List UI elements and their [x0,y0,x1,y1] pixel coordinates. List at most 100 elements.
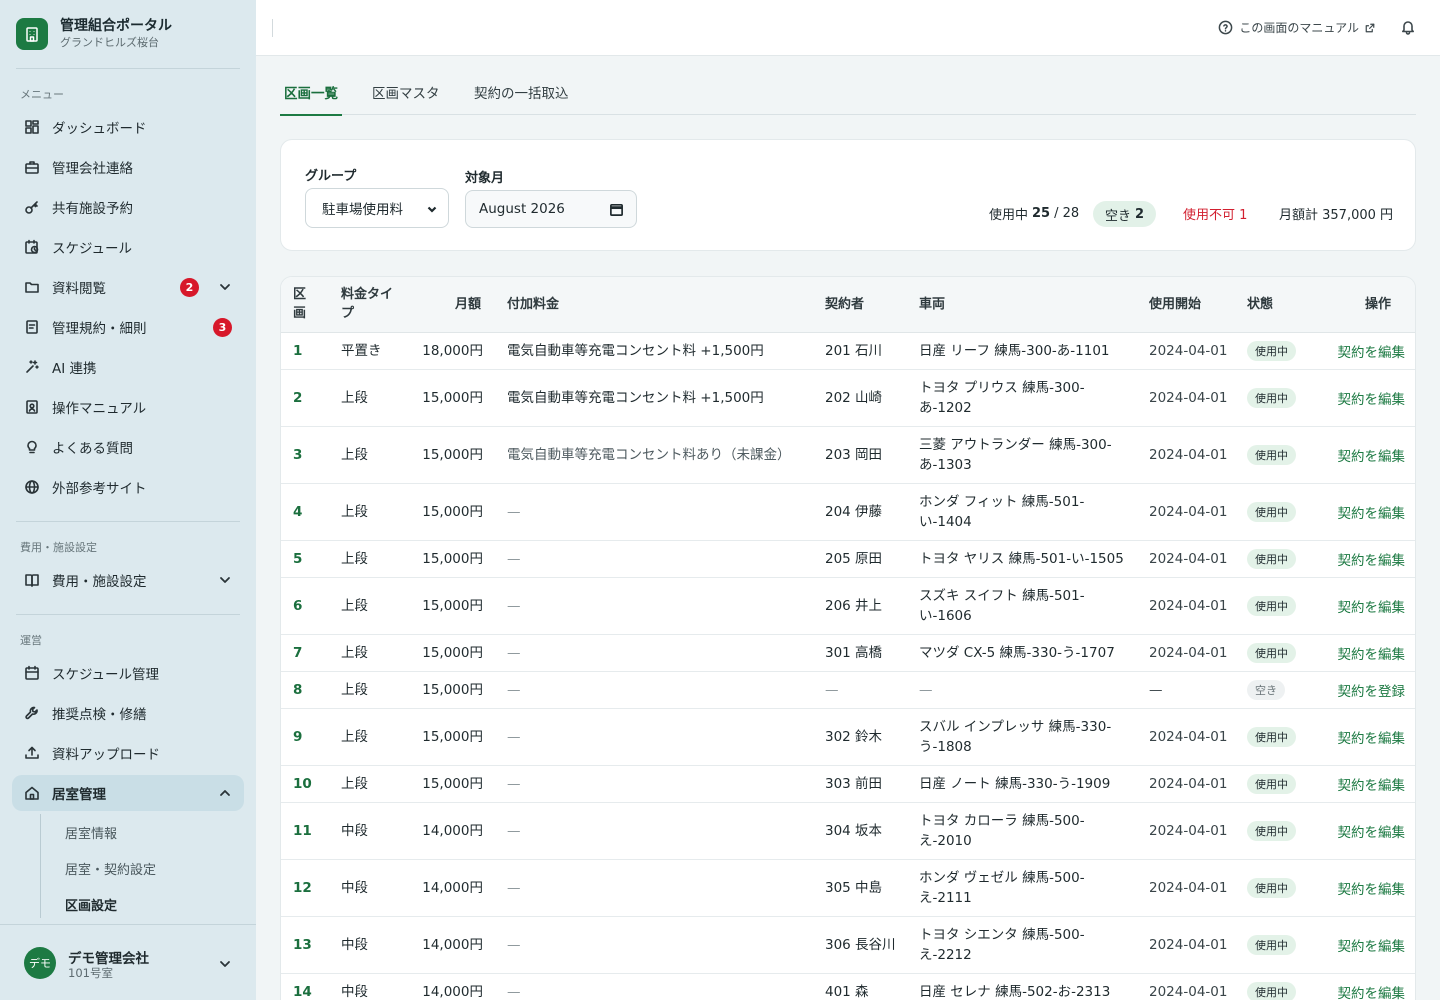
screen-manual-link[interactable]: この画面のマニュアル [1218,19,1376,36]
vehicle: 日産 リーフ 練馬-300-あ-1101 [919,343,1110,359]
month-label: 対象月 [465,171,505,186]
lot-number[interactable]: 1 [293,341,302,361]
vehicle-line-2: う-1808 [919,739,972,755]
sidebar-item-label: 居室管理 [52,787,106,803]
sidebar-item-dashboard[interactable]: ダッシュボード [12,109,244,145]
sidebar-item-label: 推奨点検・修繕 [52,707,147,723]
lot-number[interactable]: 4 [293,502,302,522]
monthly-fee: 15,000円 [422,390,483,406]
monthly-fee: 15,000円 [422,729,483,745]
extra-fee: — [507,937,521,953]
user-account[interactable]: デモ デモ管理会社 101号室 [0,924,256,1000]
start-date: 2024-04-01 [1149,729,1228,745]
fee-type: 上段 [341,729,368,745]
lot-number[interactable]: 13 [293,935,312,955]
sidebar-divider [16,521,240,522]
lot-number[interactable]: 8 [293,680,302,700]
sidebar-item-schedule[interactable]: スケジュール [12,229,244,265]
lot-number[interactable]: 14 [293,982,312,1000]
extra-fee: — [507,984,521,1000]
table-row: 8 上段 15,000円 — — — — 空き 契約を登録 [281,672,1415,709]
register-contract-link[interactable]: 契約を登録 [1338,680,1406,700]
monthly-fee: 15,000円 [422,447,483,463]
chevron-down-icon[interactable] [218,573,232,587]
status-badge: 使用中 [1247,643,1296,663]
external-link-icon [1364,22,1376,34]
sidebar-item-bylaws[interactable]: 管理規約・細則 3 [12,309,244,345]
monthly-fee: 15,000円 [422,598,483,614]
monthly-fee: 15,000円 [422,551,483,567]
lot-number[interactable]: 3 [293,445,302,465]
contractor: 304 坂本 [825,823,883,839]
edit-contract-link[interactable]: 契約を編集 [1338,935,1406,955]
submenu-lot-settings[interactable]: 区画設定 [65,895,117,914]
lot-number[interactable]: 5 [293,549,302,569]
calendar-icon[interactable] [609,202,624,217]
edit-contract-link[interactable]: 契約を編集 [1338,774,1406,794]
status-badge: 使用中 [1247,502,1296,522]
sidebar-item-room-management[interactable]: 居室管理 [12,775,244,811]
table-row: 11 中段 14,000円 — 304 坂本 トヨタ カローラ 練馬-500- え-2010… [281,803,1415,860]
contractor: — [825,682,839,698]
edit-contract-link[interactable]: 契約を編集 [1338,643,1406,663]
edit-contract-link[interactable]: 契約を編集 [1338,727,1406,747]
lot-number[interactable]: 12 [293,878,312,898]
settings-section-label: 費用・施設設定 [20,541,97,554]
tab-bulk-import[interactable]: 契約の一括取込 [474,82,569,114]
brand[interactable]: 管理組合ポータル グランドヒルズ桜台 [0,0,256,68]
sidebar-item-facility-booking[interactable]: 共有施設予約 [12,189,244,225]
edit-contract-link[interactable]: 契約を編集 [1338,982,1406,1000]
extra-fee: — [507,598,521,614]
edit-contract-link[interactable]: 契約を編集 [1338,821,1406,841]
chevron-down-icon[interactable] [218,280,232,294]
lot-number[interactable]: 2 [293,388,302,408]
edit-contract-link[interactable]: 契約を編集 [1338,388,1406,408]
sidebar-item-faq[interactable]: よくある質問 [12,429,244,465]
edit-contract-link[interactable]: 契約を編集 [1338,549,1406,569]
tab-lot-master[interactable]: 区画マスタ [372,82,440,114]
extra-fee: — [507,776,521,792]
edit-contract-link[interactable]: 契約を編集 [1338,502,1406,522]
lot-number[interactable]: 6 [293,596,302,616]
lot-number[interactable]: 9 [293,727,302,747]
submenu-room-info[interactable]: 居室情報 [65,823,117,842]
submenu-room-contract-settings[interactable]: 居室・契約設定 [65,859,156,878]
edit-contract-link[interactable]: 契約を編集 [1338,445,1406,465]
chevron-up-icon[interactable] [218,786,232,800]
vehicle: トヨタ プリウス 練馬-300- [919,380,1085,396]
group-select[interactable]: 駐車場使用料 [305,188,449,228]
vehicle: 日産 ノート 練馬-330-う-1909 [919,776,1111,792]
sidebar-item-fee-settings[interactable]: 費用・施設設定 [12,562,244,598]
start-date: — [1149,682,1163,698]
sidebar-item-management-contact[interactable]: 管理会社連絡 [12,149,244,185]
contractor: 306 長谷川 [825,937,896,953]
lot-number[interactable]: 11 [293,821,312,841]
edit-contract-link[interactable]: 契約を編集 [1338,341,1406,361]
month-input[interactable]: August 2026 [465,190,637,228]
bell-icon[interactable] [1400,19,1416,35]
sidebar-item-ai[interactable]: AI 連携 [12,349,244,385]
sidebar-item-documents[interactable]: 資料閲覧 2 [12,269,244,305]
lot-number[interactable]: 10 [293,774,312,794]
sidebar-item-manual[interactable]: 操作マニュアル [12,389,244,425]
sidebar-item-inspection[interactable]: 推奨点検・修繕 [12,695,244,731]
column-header-contractor: 契約者 [825,297,865,312]
edit-contract-link[interactable]: 契約を編集 [1338,878,1406,898]
vehicle: ホンダ ヴェゼル 練馬-500- [919,870,1085,886]
calendar-clock-icon [24,239,40,255]
tab-lot-list[interactable]: 区画一覧 [280,82,342,116]
lot-number[interactable]: 7 [293,643,302,663]
chevron-down-icon[interactable] [218,956,232,970]
start-date: 2024-04-01 [1149,504,1228,520]
used-stat-label: 使用中 [989,208,1029,223]
table-row: 3 上段 15,000円 電気自動車等充電コンセント料あり（未課金） 203 岡田 三菱 … [281,427,1415,484]
edit-contract-link[interactable]: 契約を編集 [1338,596,1406,616]
vehicle: スバル インプレッサ 練馬-330- [919,719,1112,735]
table-header: 区画 料金タイプ 月額 付加料金 契約者 車両 使用開始 状態 操作 [281,277,1415,333]
sidebar-item-upload[interactable]: 資料アップロード [12,735,244,771]
sidebar-item-external-sites[interactable]: 外部参考サイト [12,469,244,505]
contractor: 303 前田 [825,776,883,792]
vehicle: 三菱 アウトランダー 練馬-300- [919,437,1112,453]
sidebar-item-schedule-management[interactable]: スケジュール管理 [12,655,244,691]
bylaws-count-badge: 3 [213,318,232,337]
